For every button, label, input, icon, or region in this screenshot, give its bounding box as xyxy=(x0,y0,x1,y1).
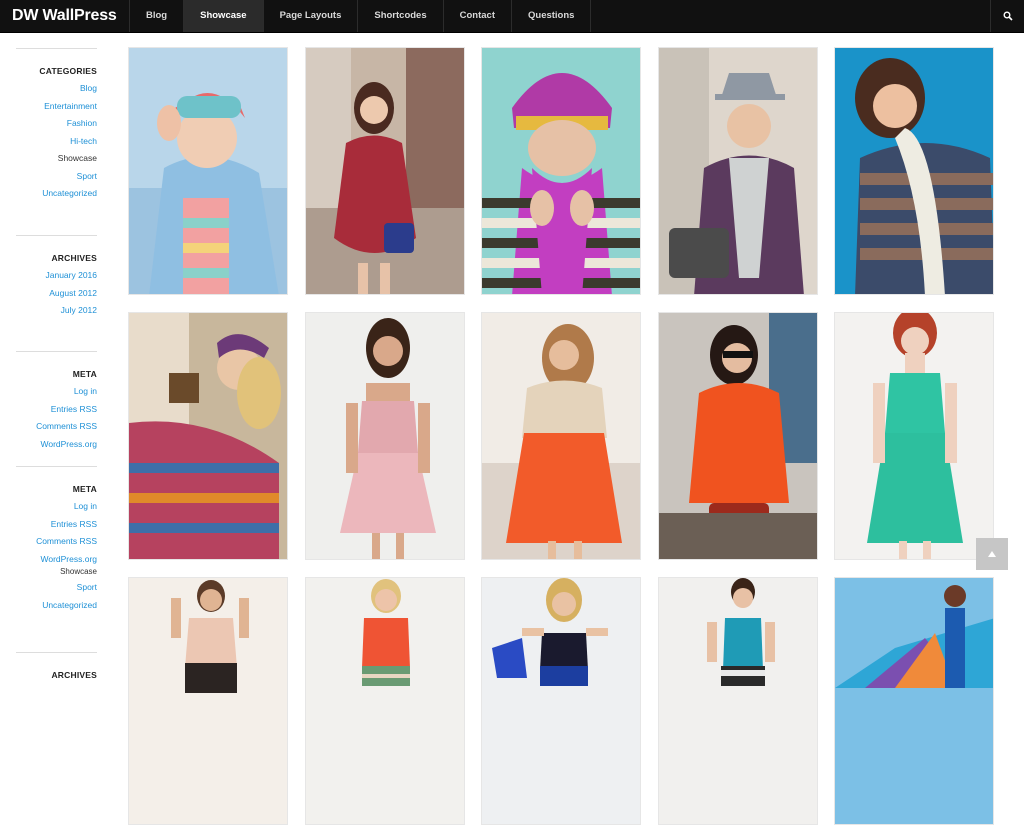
arrow-up-icon xyxy=(988,551,996,557)
photo-image xyxy=(129,48,287,294)
nav-item-questions[interactable]: Questions xyxy=(511,0,592,32)
archives-title-2: ARCHIVES xyxy=(51,670,97,680)
category-link[interactable]: Uncategorized xyxy=(16,597,97,615)
category-link-overlap[interactable]: Showcase xyxy=(16,568,97,575)
category-link[interactable]: Blog xyxy=(16,80,97,98)
category-link[interactable]: Entertainment xyxy=(16,98,97,116)
search-icon xyxy=(1003,11,1013,21)
meta-list-2: Log in Entries RSS Comments RSS WordPres… xyxy=(16,498,97,614)
meta-link-login[interactable]: Log in xyxy=(16,383,97,401)
photo-image xyxy=(835,48,993,294)
archive-link[interactable]: August 2012 xyxy=(16,285,97,303)
showcase-thumbnail[interactable] xyxy=(305,47,465,295)
photo-image xyxy=(129,313,287,559)
photo-image xyxy=(482,48,640,294)
photo-image xyxy=(835,313,993,559)
meta-widget: META Log in Entries RSS Comments RSS Wor… xyxy=(16,351,97,453)
meta-widget-2: META Log in Entries RSS Comments RSS Wor… xyxy=(16,466,97,614)
category-link[interactable]: Sport xyxy=(16,168,97,186)
showcase-thumbnail[interactable] xyxy=(305,577,465,825)
category-link[interactable]: Uncategorized xyxy=(16,185,97,203)
photo-image xyxy=(659,578,817,824)
showcase-thumbnail[interactable] xyxy=(658,577,818,825)
category-link[interactable]: Sport xyxy=(16,579,97,597)
back-to-top-button[interactable] xyxy=(976,538,1008,570)
meta-link-login[interactable]: Log in xyxy=(16,498,97,516)
showcase-thumbnail[interactable] xyxy=(834,312,994,560)
photo-image xyxy=(306,313,464,559)
meta-list: Log in Entries RSS Comments RSS WordPres… xyxy=(16,383,97,453)
showcase-thumbnail[interactable] xyxy=(128,47,288,295)
archives-title: ARCHIVES xyxy=(51,253,97,263)
category-link[interactable]: Fashion xyxy=(16,115,97,133)
search-button[interactable] xyxy=(990,0,1024,32)
archives-widget: ARCHIVES January 2016 August 2012 July 2… xyxy=(16,235,97,320)
showcase-thumbnail[interactable] xyxy=(658,312,818,560)
photo-image xyxy=(129,578,287,824)
showcase-thumbnail[interactable] xyxy=(305,312,465,560)
site-logo[interactable]: DW WallPress xyxy=(12,0,117,32)
meta-link-entries-rss[interactable]: Entries RSS xyxy=(16,516,97,534)
main-nav: Blog Showcase Page Layouts Shortcodes Co… xyxy=(129,0,592,32)
categories-list: Blog Entertainment Fashion Hi-tech Showc… xyxy=(16,80,97,203)
showcase-thumbnail[interactable] xyxy=(481,312,641,560)
nav-item-shortcodes[interactable]: Shortcodes xyxy=(357,0,442,32)
showcase-thumbnail[interactable] xyxy=(834,47,994,295)
categories-title: CATEGORIES xyxy=(39,66,97,76)
photo-image xyxy=(659,48,817,294)
showcase-thumbnail[interactable] xyxy=(481,47,641,295)
meta-link-wordpress[interactable]: WordPress.org xyxy=(16,551,97,569)
showcase-thumbnail[interactable] xyxy=(481,577,641,825)
archive-link[interactable]: January 2016 xyxy=(16,267,97,285)
photo-image xyxy=(482,578,640,824)
meta-link-comments-rss[interactable]: Comments RSS xyxy=(16,533,97,551)
nav-item-showcase[interactable]: Showcase xyxy=(183,0,263,32)
meta-title-2: META xyxy=(72,484,97,494)
photo-image xyxy=(835,578,993,824)
top-navigation-bar: DW WallPress Blog Showcase Page Layouts … xyxy=(0,0,1024,33)
showcase-thumbnail[interactable] xyxy=(128,312,288,560)
archive-link[interactable]: July 2012 xyxy=(16,302,97,320)
nav-item-contact[interactable]: Contact xyxy=(442,0,511,32)
nav-item-page-layouts[interactable]: Page Layouts xyxy=(262,0,358,32)
categories-widget: CATEGORIES Blog Entertainment Fashion Hi… xyxy=(16,48,97,203)
category-link-current[interactable]: Showcase xyxy=(16,150,97,168)
category-link[interactable]: Hi-tech xyxy=(16,133,97,151)
nav-item-blog[interactable]: Blog xyxy=(129,0,183,32)
meta-link-wordpress[interactable]: WordPress.org xyxy=(16,436,97,454)
photo-image xyxy=(482,313,640,559)
meta-link-comments-rss[interactable]: Comments RSS xyxy=(16,418,97,436)
archives-list: January 2016 August 2012 July 2012 xyxy=(16,267,97,320)
showcase-thumbnail[interactable] xyxy=(658,47,818,295)
showcase-thumbnail[interactable] xyxy=(834,577,994,825)
meta-link-entries-rss[interactable]: Entries RSS xyxy=(16,401,97,419)
photo-image xyxy=(306,48,464,294)
showcase-thumbnail[interactable] xyxy=(128,577,288,825)
archives-widget-2: ARCHIVES xyxy=(16,652,97,681)
photo-image xyxy=(306,578,464,824)
photo-image xyxy=(659,313,817,559)
meta-title: META xyxy=(72,369,97,379)
